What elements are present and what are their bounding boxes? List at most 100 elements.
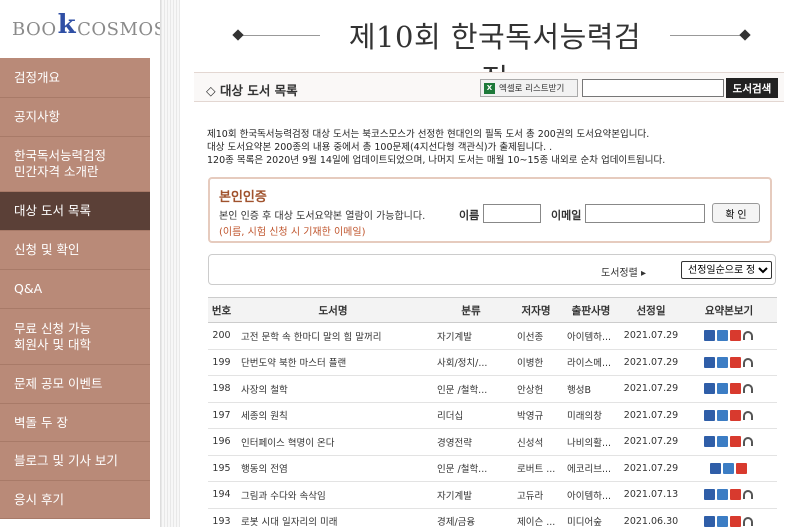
word-doc-icon[interactable]	[703, 436, 715, 448]
summary-icons	[681, 428, 777, 456]
book-number: 195	[208, 455, 235, 482]
sidebar-item-label: 한국독서능력검정 민간자격 소개란	[14, 148, 107, 179]
sidebar-item-apply[interactable]: 신청 및 확인	[0, 231, 150, 270]
view-icon[interactable]	[716, 489, 728, 501]
book-category: 인문 /철학...	[431, 375, 511, 403]
book-number: 199	[208, 349, 235, 376]
table-row[interactable]: 193 로봇 시대 일자리의 미래 경제/금융 제이슨 ... 미디어숲 2021.06.…	[208, 508, 777, 527]
word-doc-icon[interactable]	[703, 383, 715, 395]
excel-download-button[interactable]: X 엑셀로 리스트받기	[480, 79, 578, 97]
sidebar-item-notices[interactable]: 공지사항	[0, 98, 150, 137]
sidebar-item-blog[interactable]: 블로그 및 기사 보기	[0, 442, 150, 481]
book-category: 자기계발	[431, 481, 511, 509]
sidebar-item-label: 문제 공모 이벤트	[14, 376, 103, 391]
pdf-icon[interactable]	[729, 330, 741, 342]
book-title[interactable]: 세종의 원칙	[235, 402, 431, 429]
summary-icons	[681, 375, 777, 403]
view-icon[interactable]	[716, 409, 728, 421]
sidebar-item-reviews[interactable]: 응시 후기	[0, 481, 150, 519]
book-author: 고듀라	[511, 481, 561, 509]
table-row[interactable]: 194 그림과 수다와 속삭임 자기계발 고듀라 아이템하... 2021.07.13	[208, 481, 777, 509]
sidebar-item-book-list[interactable]: 대상 도서 목록	[0, 192, 150, 231]
book-publisher: 아이템하...	[561, 322, 621, 350]
book-author: 안상헌	[511, 375, 561, 403]
sidebar-item-overview[interactable]: 검정개요	[0, 58, 150, 98]
sort-box: 도서정렬 ▸ 선정일순으로 정렬	[208, 254, 776, 285]
view-icon[interactable]	[716, 436, 728, 448]
excel-label: 엑셀로 리스트받기	[499, 84, 565, 94]
book-number: 193	[208, 508, 235, 527]
book-search-input[interactable]	[582, 79, 724, 97]
table-row[interactable]: 198 사장의 철학 인문 /철학... 안상헌 행성B 2021.07.29	[208, 375, 777, 403]
view-icon[interactable]	[716, 515, 728, 527]
description: 제10회 한국독서능력검정 대상 도서는 북코스모스가 선정한 현대인의 필독 …	[207, 128, 665, 167]
view-icon[interactable]	[716, 383, 728, 395]
confirm-button[interactable]: 확 인	[712, 203, 760, 223]
sidebar-item-qna[interactable]: Q&A	[0, 270, 150, 309]
book-publisher: 에코리브...	[561, 455, 621, 482]
sidebar-item-label: 응시 후기	[14, 491, 64, 507]
table-row[interactable]: 195 행동의 전염 인문 /철학... 로버트 ... 에코리브... 2021.07.…	[208, 455, 777, 482]
sidebar-item-label: 검정개요	[14, 69, 61, 85]
table-row[interactable]: 196 인터페이스 혁명이 온다 경영전략 신성석 나비의활... 2021.07.29	[208, 428, 777, 456]
book-category: 리더십	[431, 402, 511, 429]
book-number: 197	[208, 402, 235, 429]
headphones-icon[interactable]	[742, 490, 753, 500]
book-title[interactable]: 그림과 수다와 속삭임	[235, 481, 431, 509]
book-title[interactable]: 로봇 시대 일자리의 미래	[235, 508, 431, 527]
view-icon[interactable]	[716, 330, 728, 342]
book-title[interactable]: 고전 문학 속 한마디 말의 힘 말꺼리	[235, 322, 431, 350]
word-doc-icon[interactable]	[703, 330, 715, 342]
auth-text: 본인 인증 후 대상 도서요약본 열람이 가능합니다.	[219, 211, 426, 222]
table-row[interactable]: 199 단번도약 북한 마스터 플랜 사회/정치/... 이병한 라이스메... 2021…	[208, 349, 777, 376]
word-doc-icon[interactable]	[703, 515, 715, 527]
headphones-icon[interactable]	[742, 384, 753, 394]
word-doc-icon[interactable]	[703, 356, 715, 368]
book-number: 198	[208, 375, 235, 403]
book-search-button[interactable]: 도서검색	[726, 78, 778, 98]
pdf-icon[interactable]	[729, 356, 741, 368]
view-icon[interactable]	[716, 356, 728, 368]
book-category: 사회/정치/...	[431, 349, 511, 376]
sidebar-item-members[interactable]: 무료 신청 가능 회원사 및 대학	[0, 309, 150, 365]
table-row[interactable]: 200 고전 문학 속 한마디 말의 힘 말꺼리 자기계발 이선종 아이템하... 202…	[208, 322, 777, 350]
headphones-icon[interactable]	[742, 516, 753, 526]
page-header: 제10회 한국독서능력검정	[180, 0, 800, 96]
summary-icons	[681, 508, 777, 527]
view-icon[interactable]	[722, 462, 734, 474]
word-doc-icon[interactable]	[703, 489, 715, 501]
book-author: 로버트 ...	[511, 455, 561, 482]
sidebar: BOO k COSMOS 검정개요 공지사항 한국독서능력검정 민간자격 소개란 대…	[0, 0, 166, 527]
sort-select[interactable]: 선정일순으로 정렬	[681, 261, 772, 279]
table-row[interactable]: 197 세종의 원칙 리더십 박영규 미래의창 2021.07.29	[208, 402, 777, 429]
pdf-icon[interactable]	[729, 489, 741, 501]
book-date: 2021.06.30	[621, 508, 681, 527]
pdf-icon[interactable]	[735, 462, 747, 474]
headphones-icon[interactable]	[742, 410, 753, 420]
column-header-category: 분류	[431, 297, 511, 323]
header-rule-left	[240, 35, 320, 36]
word-doc-icon[interactable]	[709, 462, 721, 474]
book-title[interactable]: 인터페이스 혁명이 온다	[235, 428, 431, 456]
description-line: 120종 목록은 2020년 9월 14일에 업데이트되었으며, 나머지 도서는…	[207, 155, 666, 166]
word-doc-icon[interactable]	[703, 409, 715, 421]
book-date: 2021.07.29	[621, 322, 681, 350]
email-input[interactable]	[585, 204, 705, 223]
headphones-icon[interactable]	[742, 437, 753, 447]
book-title[interactable]: 행동의 전염	[235, 455, 431, 482]
pdf-icon[interactable]	[729, 409, 741, 421]
pdf-icon[interactable]	[729, 383, 741, 395]
sidebar-item-event[interactable]: 문제 공모 이벤트	[0, 365, 150, 404]
sidebar-item-label: 벽돌 두 장	[14, 414, 68, 430]
sidebar-item-certificate[interactable]: 한국독서능력검정 민간자격 소개란	[0, 137, 150, 192]
logo[interactable]: BOO k COSMOS	[0, 0, 166, 58]
sidebar-item-bricks[interactable]: 벽돌 두 장	[0, 404, 150, 442]
pdf-icon[interactable]	[729, 436, 741, 448]
summary-icons	[681, 322, 777, 350]
pdf-icon[interactable]	[729, 515, 741, 527]
book-title[interactable]: 단번도약 북한 마스터 플랜	[235, 349, 431, 376]
name-input[interactable]	[483, 204, 541, 223]
headphones-icon[interactable]	[742, 331, 753, 341]
book-title[interactable]: 사장의 철학	[235, 375, 431, 403]
headphones-icon[interactable]	[742, 357, 753, 367]
